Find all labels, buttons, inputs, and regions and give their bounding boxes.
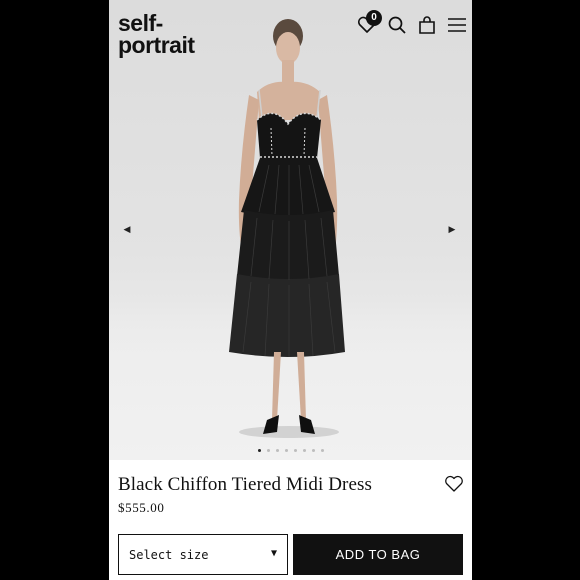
carousel-dot[interactable]: [293, 449, 297, 452]
arrow-left-icon: ◀: [123, 224, 131, 234]
product-page: self- portrait 0 ◀ ▶ Black Chiffon Tiere…: [109, 0, 472, 580]
carousel-dot[interactable]: [266, 449, 270, 452]
menu-icon: [448, 18, 466, 32]
model-figure: [229, 19, 345, 438]
header-icons: 0: [356, 10, 468, 40]
search-button[interactable]: [386, 14, 408, 36]
heart-outline-icon: [445, 475, 463, 492]
chevron-down-icon: ▼: [270, 548, 277, 559]
wishlist-button[interactable]: 0: [356, 10, 382, 36]
product-image[interactable]: [109, 0, 472, 460]
menu-button[interactable]: [446, 14, 468, 36]
carousel-dot[interactable]: [302, 449, 306, 452]
brand-logo[interactable]: self- portrait: [118, 10, 228, 58]
bag-icon: [419, 16, 435, 34]
carousel-dot[interactable]: [320, 449, 324, 452]
product-wishlist-button[interactable]: [444, 474, 464, 494]
carousel-dot[interactable]: [311, 449, 315, 452]
carousel-dot[interactable]: [275, 449, 279, 452]
product-price: $555.00: [118, 500, 165, 515]
carousel-prev-button[interactable]: ◀: [121, 222, 133, 236]
add-to-bag-button[interactable]: ADD TO BAG: [293, 534, 463, 575]
carousel-dot[interactable]: [257, 449, 261, 452]
carousel-next-button[interactable]: ▶: [446, 222, 458, 236]
size-select[interactable]: Select size ▼: [118, 534, 288, 575]
carousel-dots: [109, 449, 472, 452]
product-title: Black Chiffon Tiered Midi Dress: [118, 474, 372, 495]
bag-button[interactable]: [416, 14, 438, 36]
arrow-right-icon: ▶: [448, 224, 456, 234]
brand-logo-line2: portrait: [118, 32, 195, 58]
search-icon: [388, 16, 406, 34]
carousel-dot[interactable]: [284, 449, 288, 452]
brand-logo-line1: self-: [118, 10, 163, 36]
wishlist-count-badge: 0: [366, 10, 382, 26]
size-select-label: Select size: [129, 547, 209, 562]
